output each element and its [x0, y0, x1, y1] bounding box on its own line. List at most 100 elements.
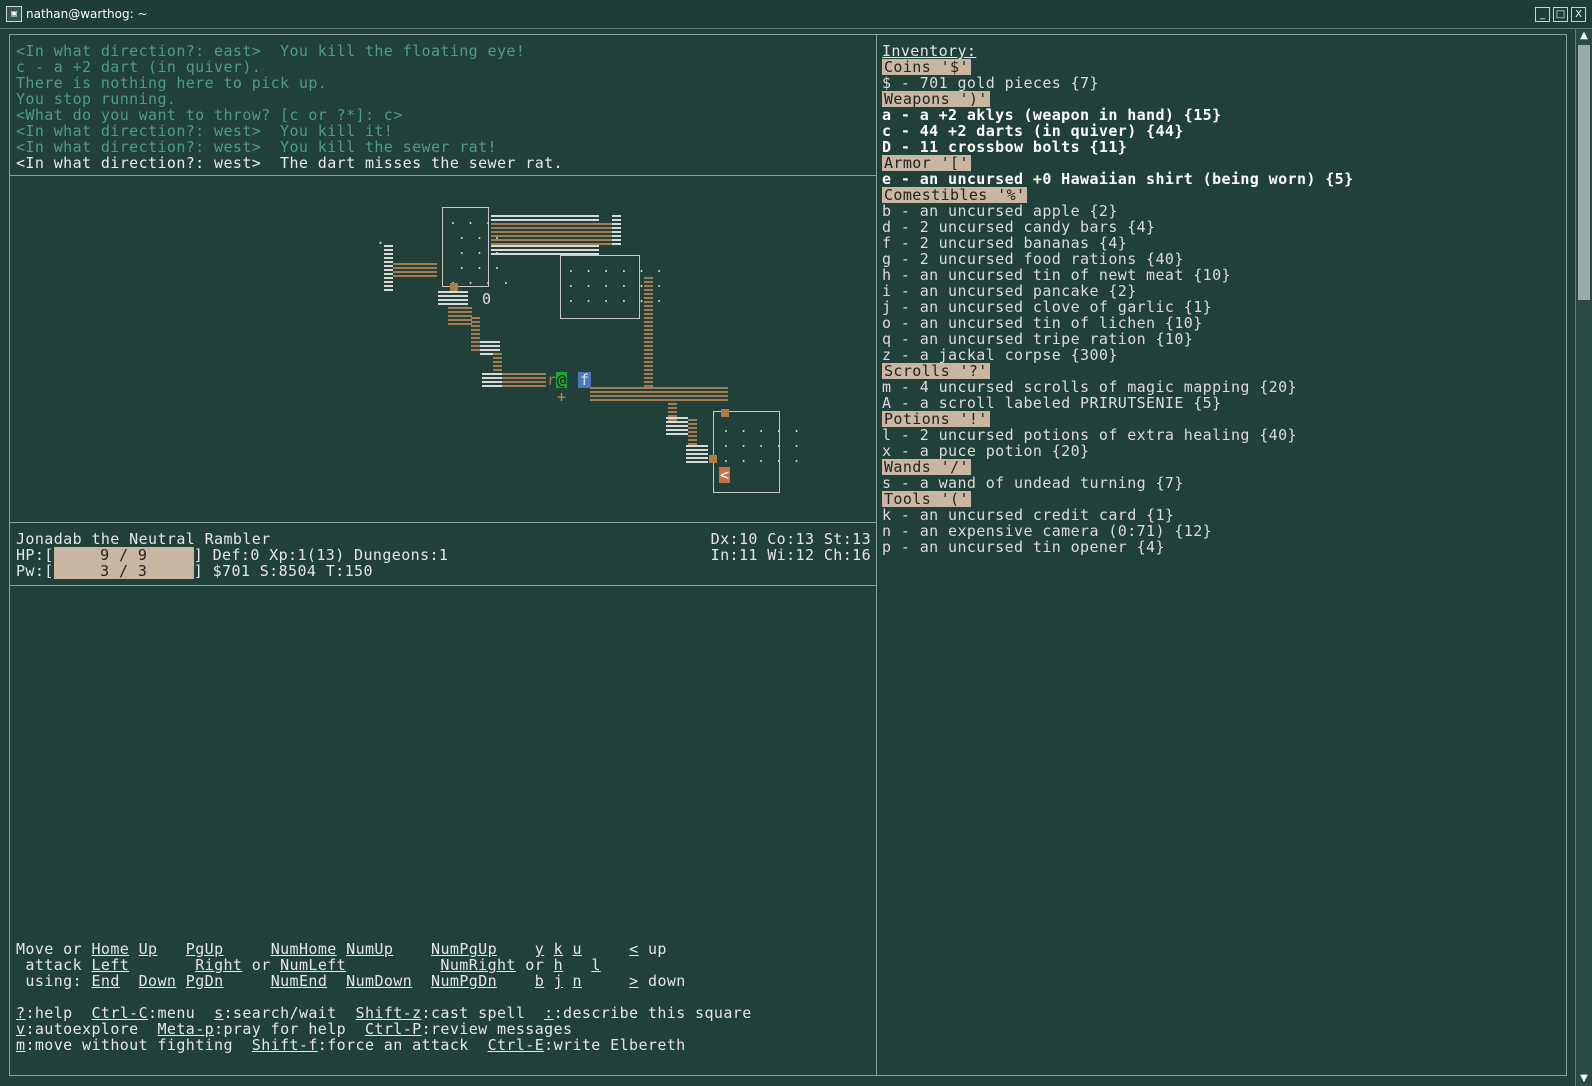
inventory-item[interactable]: l - 2 uncursed potions of extra healing … [882, 427, 1562, 443]
status-panel: Jonadab the Neutral Rambler HP:[9 / 9] D… [16, 531, 871, 579]
corridor [471, 317, 480, 353]
category-label: Comestibles '%' [882, 186, 1028, 204]
terminal-icon: ▣ [6, 6, 22, 22]
command-help-line: m:move without fighting Shift-f:force an… [16, 1036, 686, 1054]
corridor [491, 245, 599, 257]
door [709, 455, 717, 463]
corridor [644, 277, 653, 387]
inventory-item[interactable]: s - a wand of undead turning {7} [882, 475, 1562, 491]
corridor [686, 445, 708, 465]
inventory-item[interactable]: D - 11 crossbow bolts {11} [882, 139, 1562, 155]
room-floor: . . . . . . . . . . . . . . . [722, 421, 802, 466]
help-panel: Move or Home Up PgUp NumHome NumUp NumPg… [16, 941, 871, 1053]
message-line: There is nothing here to pick up. [16, 74, 328, 92]
window-titlebar[interactable]: ▣ nathan@warthog: ~ _ □ X [0, 0, 1592, 29]
close-button[interactable]: X [1571, 7, 1586, 22]
help-spacer [16, 989, 871, 1005]
inventory-item[interactable]: c - 44 +2 darts (in quiver) {44} [882, 123, 1562, 139]
inventory-item[interactable]: o - an uncursed tin of lichen {10} [882, 315, 1562, 331]
inventory-title: Inventory: [882, 42, 977, 60]
boulder-glyph: 0 [482, 290, 492, 308]
corridor [448, 307, 472, 325]
inventory-item[interactable]: a - a +2 aklys (weapon in hand) {15} [882, 107, 1562, 123]
corridor [590, 387, 728, 403]
inventory-item[interactable]: m - 4 uncursed scrolls of magic mapping … [882, 379, 1562, 395]
pw-rest: ] $701 S:8504 T:150 [193, 562, 373, 580]
message-line: <In what direction?: west> You kill it! [16, 122, 394, 140]
category-label: Tools '(' [882, 490, 971, 508]
pet-kitten-glyph: f [578, 371, 592, 389]
attribute-stats: Dx:10 Co:13 St:13 In:11 Wi:12 Ch:16 [711, 531, 871, 563]
pw-label: Pw:[ [16, 562, 54, 580]
item-glyph: + [557, 388, 567, 406]
corridor [482, 373, 502, 387]
inventory-category: Wands '/' [882, 459, 1562, 475]
command-help-line: ?:help Ctrl-C:menu s:search/wait Shift-z… [16, 1004, 752, 1022]
status-divider [10, 585, 876, 586]
inventory-category: Armor '[' [882, 155, 1562, 171]
dungeon-map: . . . . . . . . . . . . . . . . . . . . … [10, 177, 876, 523]
maximize-button[interactable]: □ [1553, 7, 1568, 22]
corridor [438, 291, 468, 307]
sewer-rat-glyph: r [547, 371, 557, 389]
stats-line-2: In:11 Wi:12 Ch:16 [710, 546, 871, 564]
inventory-item[interactable]: $ - 701 gold pieces {7} [882, 75, 1562, 91]
corridor [491, 223, 621, 245]
minimize-button[interactable]: _ [1535, 7, 1550, 22]
vertical-scrollbar[interactable]: ▲ ▼ [1575, 29, 1592, 1086]
message-line: <In what direction?: east> You kill the … [16, 42, 526, 60]
command-help-line: v:autoexplore Meta-p:pray for help Ctrl-… [16, 1020, 573, 1038]
inventory-item[interactable]: q - an uncursed tripe ration {10} [882, 331, 1562, 347]
inventory-item[interactable]: z - a jackal corpse {300} [882, 347, 1562, 363]
inventory-item[interactable]: e - an uncursed +0 Hawaiian shirt (being… [882, 171, 1562, 187]
message-line: <What do you want to throw? [c or ?*]: c… [16, 106, 403, 124]
corridor [666, 417, 688, 435]
category-label: Potions '!' [882, 410, 990, 428]
up-stairs-glyph: < [719, 466, 731, 484]
inventory-item[interactable]: b - an uncursed apple {2} [882, 203, 1562, 219]
message-line: You stop running. [16, 90, 177, 108]
inventory-item[interactable]: n - an expensive camera (0:71) {12} [882, 523, 1562, 539]
category-label: Scrolls '?' [882, 362, 990, 380]
inventory-category: Coins '$' [882, 59, 1562, 75]
inventory-item[interactable]: f - 2 uncursed bananas {4} [882, 235, 1562, 251]
inventory-item[interactable]: p - an uncursed tin opener {4} [882, 539, 1562, 555]
inventory-category: Weapons ')' [882, 91, 1562, 107]
pw-bar: 3 / 3 [53, 563, 194, 579]
inventory-category: Tools '(' [882, 491, 1562, 507]
corridor [384, 245, 393, 293]
corridor [612, 215, 621, 245]
corridor [393, 263, 437, 277]
inventory-panel: Inventory: Coins '$' $ - 701 gold pieces {… [882, 43, 1562, 555]
stats-line-1: Dx:10 Co:13 St:13 [710, 530, 871, 548]
move-help-line: using: End Down PgDn NumEnd NumDown NumP… [16, 972, 686, 990]
message-line: c - a +2 dart (in quiver). [16, 58, 262, 76]
inventory-item[interactable]: d - 2 uncursed candy bars {4} [882, 219, 1562, 235]
pw-line: Pw:[3 / 3] $701 S:8504 T:150 [16, 563, 871, 579]
inventory-item[interactable]: x - a puce potion {20} [882, 443, 1562, 459]
category-label: Wands '/' [882, 458, 971, 476]
inventory-category: Potions '!' [882, 411, 1562, 427]
category-label: Weapons ')' [882, 90, 990, 108]
map-dot: . [376, 230, 386, 248]
window-controls: _ □ X [1535, 7, 1586, 22]
inventory-category: Scrolls '?' [882, 363, 1562, 379]
scrollbar-thumb[interactable] [1578, 45, 1590, 300]
scroll-down-arrow-icon[interactable]: ▼ [1576, 1072, 1592, 1086]
inventory-item[interactable]: j - an uncursed clove of garlic {1} [882, 299, 1562, 315]
category-label: Coins '$' [882, 58, 971, 76]
move-help-line: Move or Home Up PgUp NumHome NumUp NumPg… [16, 940, 667, 958]
scroll-up-arrow-icon[interactable]: ▲ [1576, 29, 1592, 43]
inventory-item[interactable]: h - an uncursed tin of newt meat {10} [882, 267, 1562, 283]
terminal-area[interactable]: <In what direction?: east> You kill the … [9, 34, 1567, 1076]
category-label: Armor '[' [882, 154, 971, 172]
inventory-item[interactable]: k - an uncursed credit card {1} [882, 507, 1562, 523]
inventory-item[interactable]: g - 2 uncursed food rations {40} [882, 251, 1562, 267]
inventory-item[interactable]: A - a scroll labeled PRIRUTSENIE {5} [882, 395, 1562, 411]
message-divider [10, 175, 876, 176]
hp-bar: 9 / 9 [53, 547, 194, 563]
panel-divider [876, 35, 877, 1075]
inventory-category: Comestibles '%' [882, 187, 1562, 203]
inventory-item[interactable]: i - an uncursed pancake {2} [882, 283, 1562, 299]
corridor [493, 353, 502, 373]
